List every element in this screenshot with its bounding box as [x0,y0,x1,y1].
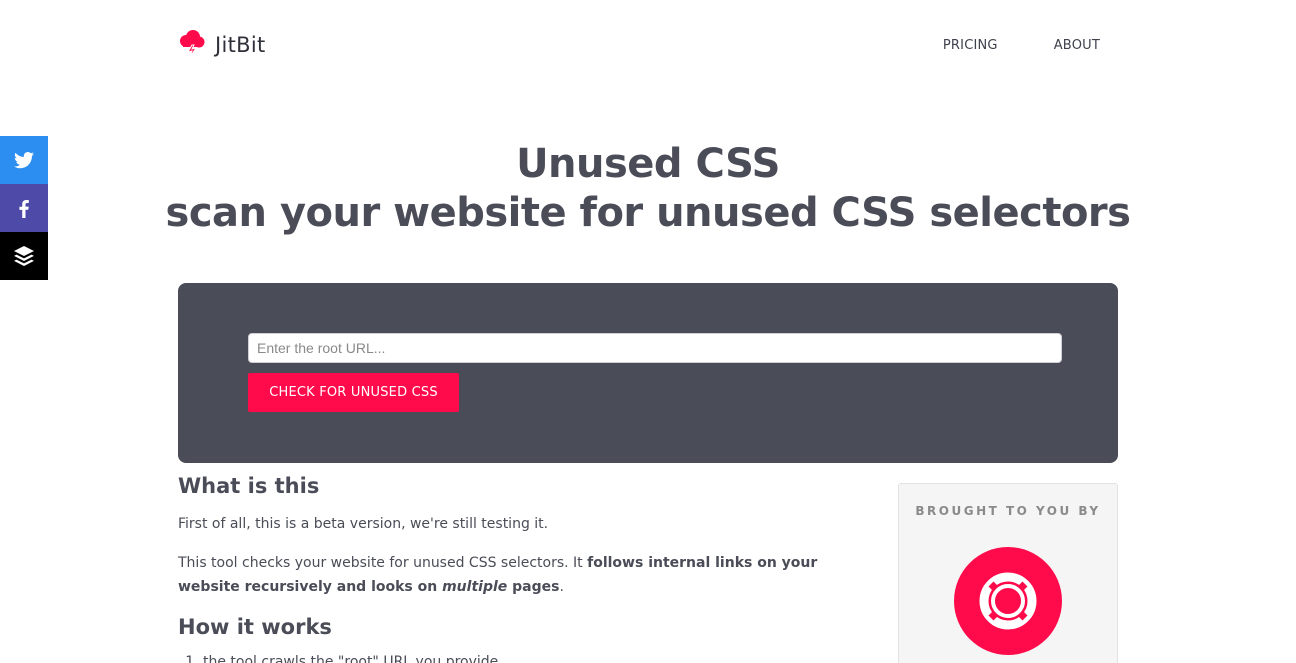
brand-logo[interactable]: JitBit [177,28,266,62]
title-line-2: scan your website for unused CSS selecto… [165,190,1131,236]
what-is-this-heading: What is this [178,474,320,498]
list-item: the tool crawls the "root" URL you provi… [203,651,838,663]
jitbit-cloud-icon [177,28,207,62]
description-text-end: . [559,579,564,595]
hero: Unused CSS scan your website for unused … [0,140,1296,238]
sponsor-logo-link[interactable] [954,547,1062,655]
buffer-share-button[interactable] [0,232,48,280]
lifebuoy-icon [979,572,1037,630]
site-header: JitBit PRICING ABOUT [0,0,1296,90]
check-unused-css-button[interactable]: CHECK FOR UNUSED CSS [248,373,459,412]
nav-about-link[interactable]: ABOUT [1054,38,1100,53]
description-text-start: This tool checks your website for unused… [178,555,588,571]
description-italic-text: multiple [442,579,508,595]
sponsor-card: BROUGHT TO YOU BY [898,483,1118,663]
steps-list: the tool crawls the "root" URL you provi… [178,651,838,663]
page-title: Unused CSS scan your website for unused … [0,140,1296,238]
main-nav: PRICING ABOUT [943,38,1100,53]
root-url-input[interactable] [248,333,1062,363]
description-bold-end: pages [507,579,560,595]
sponsor-card-title: BROUGHT TO YOU BY [915,504,1101,518]
how-it-works-heading: How it works [178,615,332,639]
nav-pricing-link[interactable]: PRICING [943,38,998,53]
main-content: What is this First of all, this is a bet… [178,472,838,663]
description-paragraph: This tool checks your website for unused… [178,551,838,599]
url-check-panel: CHECK FOR UNUSED CSS [178,283,1118,463]
beta-notice-paragraph: First of all, this is a beta version, we… [178,516,549,532]
brand-name: JitBit [215,33,266,57]
buffer-icon [14,246,34,266]
title-line-1: Unused CSS [516,141,780,187]
